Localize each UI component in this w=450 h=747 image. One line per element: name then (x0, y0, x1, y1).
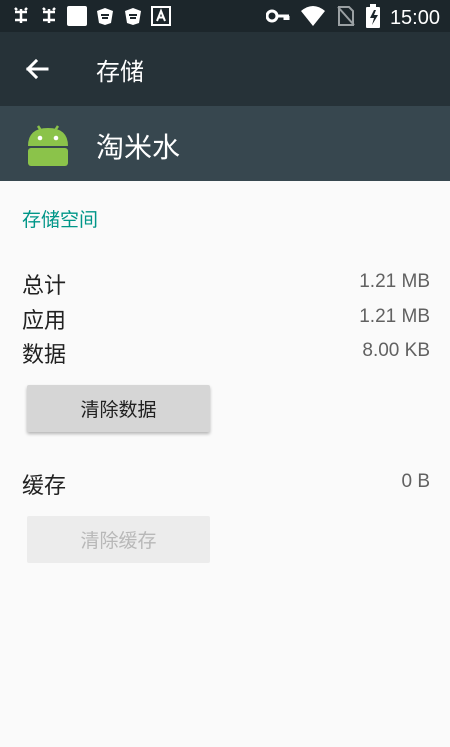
data-size-label: 数据 (22, 343, 67, 368)
toolbar: 存储 (0, 32, 450, 106)
key-icon (265, 6, 290, 30)
app-size-row: 应用 1.21 MB (22, 303, 430, 334)
status-bar: 15:00 (0, 0, 450, 32)
no-sim-icon (336, 5, 356, 31)
app-badge-icon (122, 5, 144, 27)
cache-row: 缓存 0 B (22, 468, 430, 499)
total-value: 1.21 MB (359, 271, 430, 292)
android-icon (24, 120, 72, 168)
total-row: 总计 1.21 MB (22, 268, 430, 299)
page-title: 存储 (96, 58, 144, 86)
app-size-value: 1.21 MB (359, 306, 430, 327)
total-label: 总计 (22, 274, 67, 299)
app-name: 淘米水 (96, 131, 181, 164)
notification-icons (10, 5, 172, 27)
cache-label: 缓存 (22, 474, 67, 499)
app-size-label: 应用 (22, 309, 67, 334)
clear-cache-button[interactable]: 清除缓存 (27, 516, 210, 563)
wifi-icon (300, 5, 326, 31)
clear-data-button[interactable]: 清除数据 (27, 385, 210, 432)
back-arrow-icon[interactable] (20, 52, 54, 86)
cache-value: 0 B (401, 471, 430, 492)
app-badge-icon (94, 5, 116, 27)
data-size-row: 数据 8.00 KB (22, 337, 430, 368)
data-size-value: 8.00 KB (362, 340, 430, 361)
bug-icon (38, 5, 60, 27)
storage-section-title: 存储空间 (22, 209, 99, 231)
system-icons: 15:00 (265, 4, 440, 32)
square-icon (66, 5, 88, 27)
clock-time: 15:00 (389, 6, 440, 29)
font-a-icon (150, 5, 172, 27)
app-header: 淘米水 (0, 106, 450, 181)
bug-icon (10, 5, 32, 27)
battery-charging-icon (365, 4, 380, 32)
